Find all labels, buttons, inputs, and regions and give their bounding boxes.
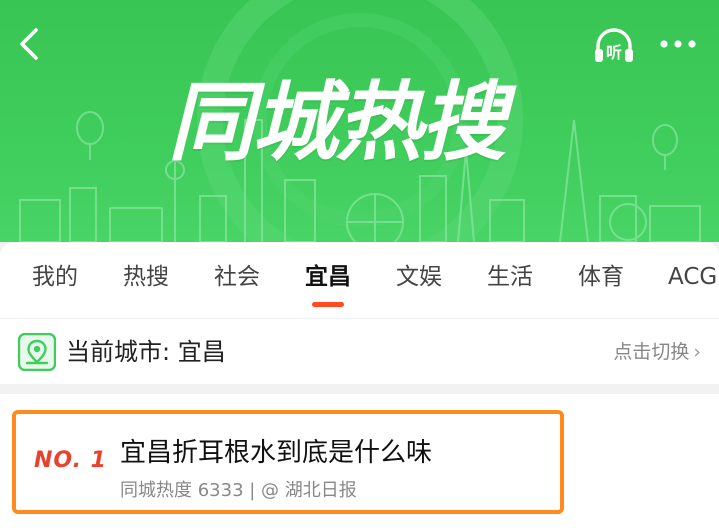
back-arrow-icon[interactable]: [10, 22, 50, 66]
category-tabs: 我的 热搜 社会 宜昌 文娱 生活 体育 ACG: [0, 242, 719, 318]
list-item[interactable]: NO. 1 宜昌折耳根水到底是什么味 同城热度 6333 | @ 湖北日报: [12, 410, 564, 514]
current-city-bar: 当前城市: 宜昌 点击切换 ›: [0, 318, 719, 384]
listen-label: 听: [606, 43, 622, 62]
active-tab-indicator: [312, 302, 344, 307]
map-location-icon: [18, 333, 56, 371]
switch-city-link[interactable]: 点击切换 ›: [613, 337, 701, 367]
header-banner: 听 同城热搜: [0, 0, 719, 242]
tab-life[interactable]: 生活: [487, 242, 533, 312]
rank-badge: NO. 1: [34, 448, 107, 473]
headphones-listen-icon: 听: [595, 28, 633, 62]
chevron-right-icon: ›: [693, 341, 701, 363]
item-meta: 同城热度 6333 | @ 湖北日报: [120, 480, 357, 501]
hot-search-list: NO. 1 宜昌折耳根水到底是什么味 同城热度 6333 | @ 湖北日报: [0, 394, 719, 532]
tab-acg[interactable]: ACG: [668, 242, 717, 312]
current-city-label: 当前城市: 宜昌: [66, 338, 226, 366]
tab-society[interactable]: 社会: [214, 242, 260, 312]
tab-entertainment[interactable]: 文娱: [396, 242, 442, 312]
page-title: 同城热搜: [168, 73, 506, 173]
switch-city-label: 点击切换: [613, 341, 690, 363]
tab-sports[interactable]: 体育: [578, 242, 624, 312]
listen-button[interactable]: 听: [590, 22, 638, 70]
tab-hot-search[interactable]: 热搜: [123, 242, 169, 312]
more-dots-icon[interactable]: [656, 26, 700, 62]
item-title: 宜昌折耳根水到底是什么味: [120, 438, 433, 468]
tab-mine[interactable]: 我的: [32, 242, 78, 312]
